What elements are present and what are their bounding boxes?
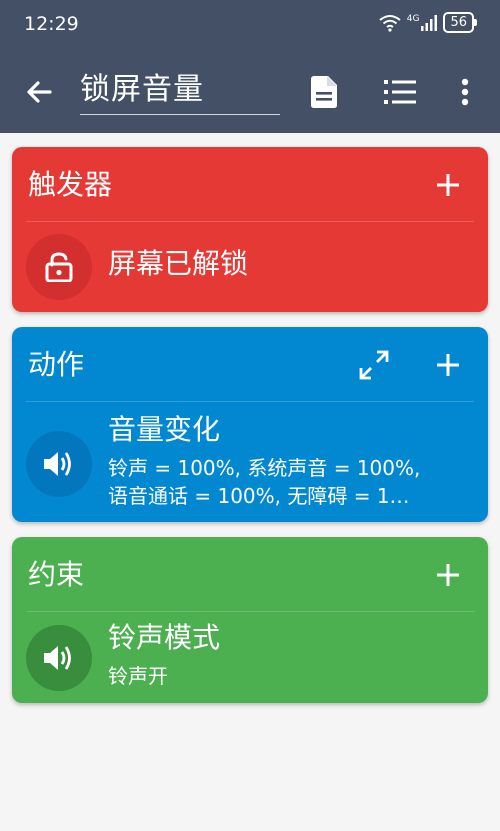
wifi-icon [379, 14, 401, 32]
unlock-icon [45, 252, 73, 282]
plus-icon [437, 354, 459, 376]
status-time: 12:29 [24, 13, 79, 35]
add-constraint-button[interactable] [428, 555, 468, 595]
add-action-button[interactable] [428, 345, 468, 385]
constraint-header: 约束 [12, 537, 488, 611]
local-variables-button[interactable] [378, 70, 422, 114]
volume-icon [44, 452, 71, 476]
macro-name-text: 锁屏音量 [80, 72, 204, 107]
action-item-title: 音量变化 [108, 413, 221, 446]
trigger-item[interactable]: 屏幕已解锁 [12, 222, 488, 312]
action-header: 动作 [12, 327, 488, 401]
list-icon [384, 80, 416, 104]
document-icon [311, 76, 337, 108]
trigger-card: 触发器 屏幕已解锁 [12, 147, 488, 312]
constraint-item-detail: 铃声开 [108, 664, 168, 688]
description-button[interactable] [302, 70, 346, 114]
trigger-item-title: 屏幕已解锁 [108, 247, 249, 280]
action-item[interactable]: 音量变化 铃声 = 100%, 系统声音 = 100%, 语音通话 = 100%… [12, 402, 488, 522]
add-trigger-button[interactable] [428, 165, 468, 205]
action-card: 动作 音量变化 铃声 = 100%, 系统声音 = 100%, 语音通话 = 1… [12, 327, 488, 522]
signal-icon [421, 14, 438, 31]
constraint-icon-circle [26, 625, 92, 691]
expand-icon [359, 350, 389, 380]
constraint-title: 约束 [28, 558, 85, 591]
action-item-detail-line2: 语音通话 = 100%, 无障碍 = 1… [108, 484, 410, 508]
plus-icon [437, 564, 459, 586]
trigger-header: 触发器 [12, 147, 488, 221]
status-icons: 4G 56 [379, 12, 477, 33]
action-title: 动作 [28, 348, 85, 381]
trigger-icon-circle [26, 234, 92, 300]
more-vert-icon [461, 78, 469, 106]
battery-indicator: 56 [443, 12, 477, 33]
volume-icon [44, 646, 71, 670]
macro-name-field[interactable]: 锁屏音量 [80, 70, 280, 115]
constraint-card: 约束 铃声模式 铃声开 [12, 537, 488, 703]
expand-button[interactable] [354, 345, 394, 385]
constraint-item[interactable]: 铃声模式 铃声开 [12, 612, 488, 703]
action-icon-circle [26, 431, 92, 497]
back-arrow-icon [27, 81, 52, 103]
plus-icon [437, 174, 459, 196]
action-item-detail-line1: 铃声 = 100%, 系统声音 = 100%, [108, 456, 421, 480]
trigger-title: 触发器 [28, 168, 113, 201]
network-label: 4G [406, 13, 420, 24]
app-bar: 12:29 4G 56 锁屏音量 [0, 0, 500, 133]
battery-level: 56 [450, 15, 467, 30]
constraint-item-title: 铃声模式 [108, 621, 221, 654]
back-button[interactable] [20, 72, 60, 112]
more-options-button[interactable] [443, 70, 487, 114]
